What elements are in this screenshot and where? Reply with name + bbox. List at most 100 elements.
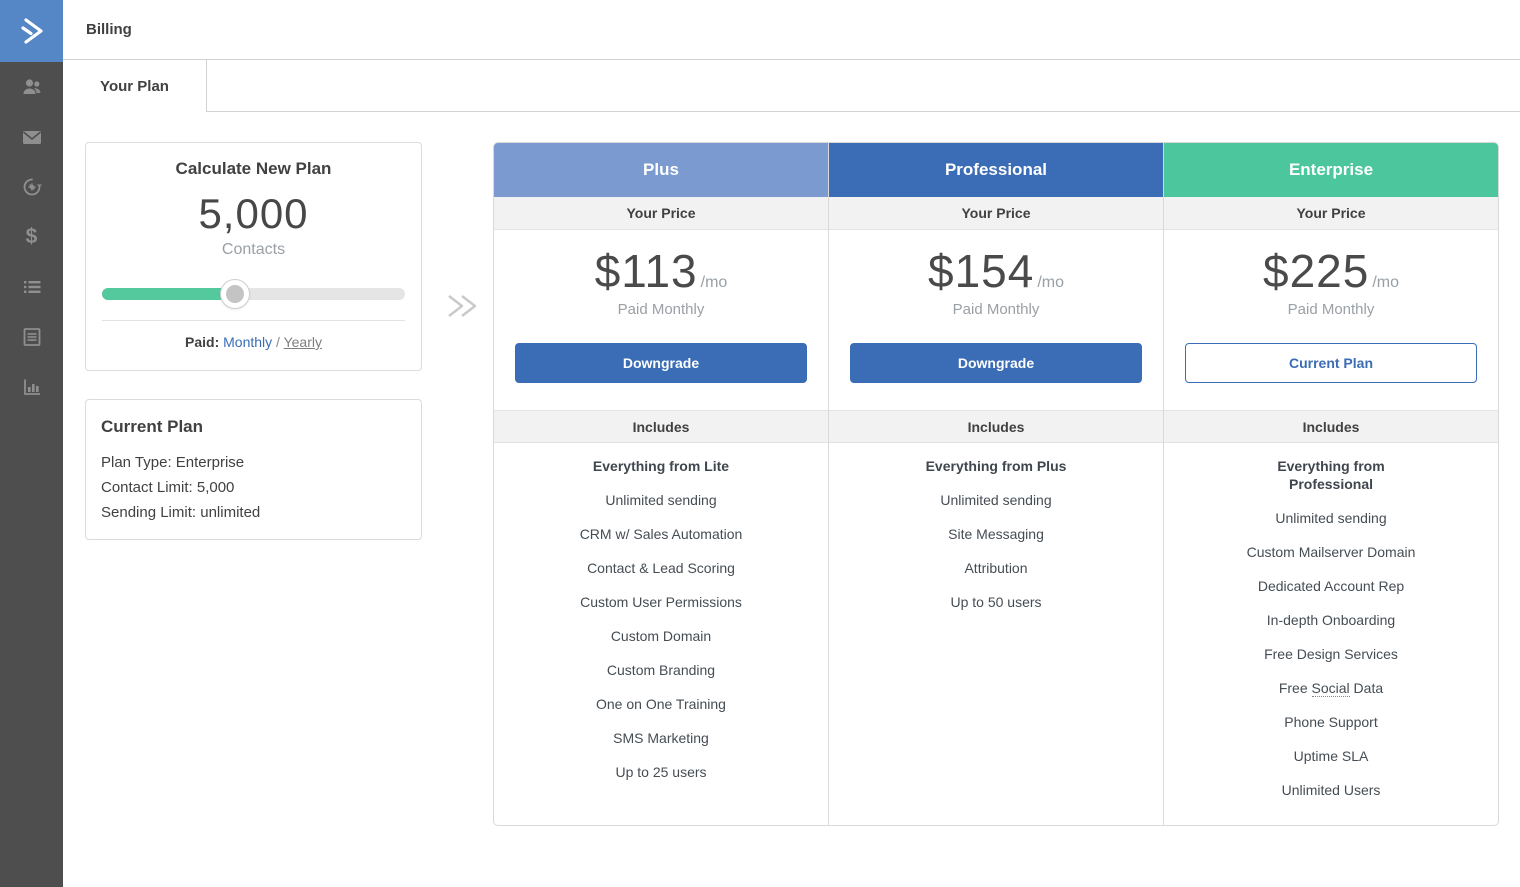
envelope-icon — [20, 125, 44, 149]
tab-your-plan[interactable]: Your Plan — [63, 60, 207, 112]
calculate-plan-card: Calculate New Plan 5,000 Contacts Paid: … — [85, 142, 422, 371]
double-chevron-right-icon — [443, 290, 481, 322]
sidebar-item-forms[interactable] — [0, 312, 63, 362]
downgrade-button-professional[interactable]: Downgrade — [850, 343, 1142, 383]
feature-item: Unlimited sending — [514, 491, 808, 509]
plan-column-plus: Plus Your Price $113/mo Paid Monthly Dow… — [494, 143, 828, 825]
price-block: $154/mo Paid Monthly — [829, 230, 1163, 337]
page-title: Billing — [63, 21, 132, 38]
feature-item: Site Messaging — [849, 525, 1143, 543]
feature-item: One on One Training — [514, 695, 808, 713]
feature-item: Everything from Professional — [1241, 457, 1421, 493]
dollar-icon: $ — [26, 225, 38, 249]
tab-bar-spacer — [207, 60, 1520, 112]
feature-list: Everything from Professional Unlimited se… — [1164, 443, 1498, 799]
sidebar-item-reports[interactable] — [0, 362, 63, 412]
price-period: /mo — [1037, 274, 1064, 291]
plan-column-enterprise: Enterprise Your Price $225/mo Paid Month… — [1163, 143, 1498, 825]
feature-item: Custom Mailserver Domain — [1184, 543, 1478, 561]
your-price-label: Your Price — [494, 197, 828, 230]
price-period: /mo — [701, 274, 728, 291]
current-plan-button[interactable]: Current Plan — [1185, 343, 1477, 383]
feature-item: Attribution — [849, 559, 1143, 577]
contacts-slider[interactable] — [102, 279, 405, 309]
sidebar-item-campaigns[interactable] — [0, 112, 63, 162]
bar-chart-icon — [20, 375, 44, 399]
feature-item: SMS Marketing — [514, 729, 808, 747]
sidebar-item-automations[interactable] — [0, 162, 63, 212]
sidebar-nav: $ — [0, 62, 63, 412]
document-icon — [20, 325, 44, 349]
double-chevron-right-icon — [15, 14, 49, 48]
automation-gear-icon — [20, 175, 44, 199]
your-price-label: Your Price — [1164, 197, 1498, 230]
feature-item: Custom Branding — [514, 661, 808, 679]
feature-item: Free Social Data — [1184, 679, 1478, 697]
slider-thumb[interactable] — [220, 279, 250, 309]
divider — [102, 320, 405, 321]
feature-item: Custom User Permissions — [514, 593, 808, 611]
tab-bar: Your Plan — [63, 60, 1520, 112]
feature-item: Uptime SLA — [1184, 747, 1478, 765]
price-block: $225/mo Paid Monthly — [1164, 230, 1498, 337]
feature-item: In-depth Onboarding — [1184, 611, 1478, 629]
contacts-icon — [20, 75, 44, 99]
feature-item: Up to 25 users — [514, 763, 808, 781]
your-price-label: Your Price — [829, 197, 1163, 230]
price-period: /mo — [1372, 274, 1399, 291]
feature-item: Up to 50 users — [849, 593, 1143, 611]
feature-item: Custom Domain — [514, 627, 808, 645]
includes-label: Includes — [1164, 410, 1498, 443]
feature-item: Contact & Lead Scoring — [514, 559, 808, 577]
monthly-link[interactable]: Monthly — [223, 334, 272, 350]
list-icon — [20, 275, 44, 299]
yearly-link[interactable]: Yearly — [284, 334, 322, 350]
downgrade-button-plus[interactable]: Downgrade — [515, 343, 807, 383]
feature-list: Everything from Plus Unlimited sending Sit… — [829, 443, 1163, 611]
paid-note: Paid Monthly — [494, 301, 828, 318]
sending-limit-line: Sending Limit: unlimited — [101, 500, 406, 525]
plan-type-line: Plan Type: Enterprise — [101, 450, 406, 475]
sidebar: $ — [0, 0, 63, 887]
contact-limit-line: Contact Limit: 5,000 — [101, 475, 406, 500]
app-logo[interactable] — [0, 0, 63, 62]
calculate-plan-title: Calculate New Plan — [86, 159, 421, 179]
paid-note: Paid Monthly — [829, 301, 1163, 318]
contacts-label: Contacts — [86, 240, 421, 260]
current-plan-title: Current Plan — [101, 417, 406, 437]
paid-label: Paid: — [185, 334, 219, 350]
feature-item: Unlimited Users — [1184, 781, 1478, 799]
collapse-calculator-control[interactable] — [439, 286, 485, 326]
plan-column-professional: Professional Your Price $154/mo Paid Mon… — [828, 143, 1163, 825]
page-header: Billing — [63, 0, 1520, 60]
sidebar-item-deals[interactable]: $ — [0, 212, 63, 262]
billing-period-row: Paid: Monthly / Yearly — [86, 334, 421, 350]
plan-name-header: Plus — [494, 143, 828, 197]
includes-label: Includes — [829, 410, 1163, 443]
price-value: $154 — [928, 245, 1034, 297]
sidebar-item-lists[interactable] — [0, 262, 63, 312]
price-block: $113/mo Paid Monthly — [494, 230, 828, 337]
price-value: $225 — [1263, 245, 1369, 297]
feature-item: CRM w/ Sales Automation — [514, 525, 808, 543]
price-value: $113 — [595, 245, 698, 297]
includes-label: Includes — [494, 410, 828, 443]
tooltip-term[interactable]: Social — [1312, 680, 1350, 697]
paid-note: Paid Monthly — [1164, 301, 1498, 318]
pricing-table: Plus Your Price $113/mo Paid Monthly Dow… — [493, 142, 1499, 826]
feature-item: Free Design Services — [1184, 645, 1478, 663]
plan-name-header: Enterprise — [1164, 143, 1498, 197]
current-plan-card: Current Plan Plan Type: Enterprise Conta… — [85, 399, 422, 540]
plan-name-header: Professional — [829, 143, 1163, 197]
option-separator: / — [276, 334, 280, 350]
contacts-count: 5,000 — [86, 192, 421, 236]
billing-content: Calculate New Plan 5,000 Contacts Paid: … — [63, 112, 1520, 886]
feature-item: Unlimited sending — [1184, 509, 1478, 527]
feature-item: Phone Support — [1184, 713, 1478, 731]
feature-item: Everything from Plus — [906, 457, 1086, 475]
slider-fill — [102, 288, 235, 300]
sidebar-item-contacts[interactable] — [0, 62, 63, 112]
feature-item: Everything from Lite — [571, 457, 751, 475]
feature-item: Unlimited sending — [849, 491, 1143, 509]
feature-list: Everything from Lite Unlimited sending CRM… — [494, 443, 828, 781]
